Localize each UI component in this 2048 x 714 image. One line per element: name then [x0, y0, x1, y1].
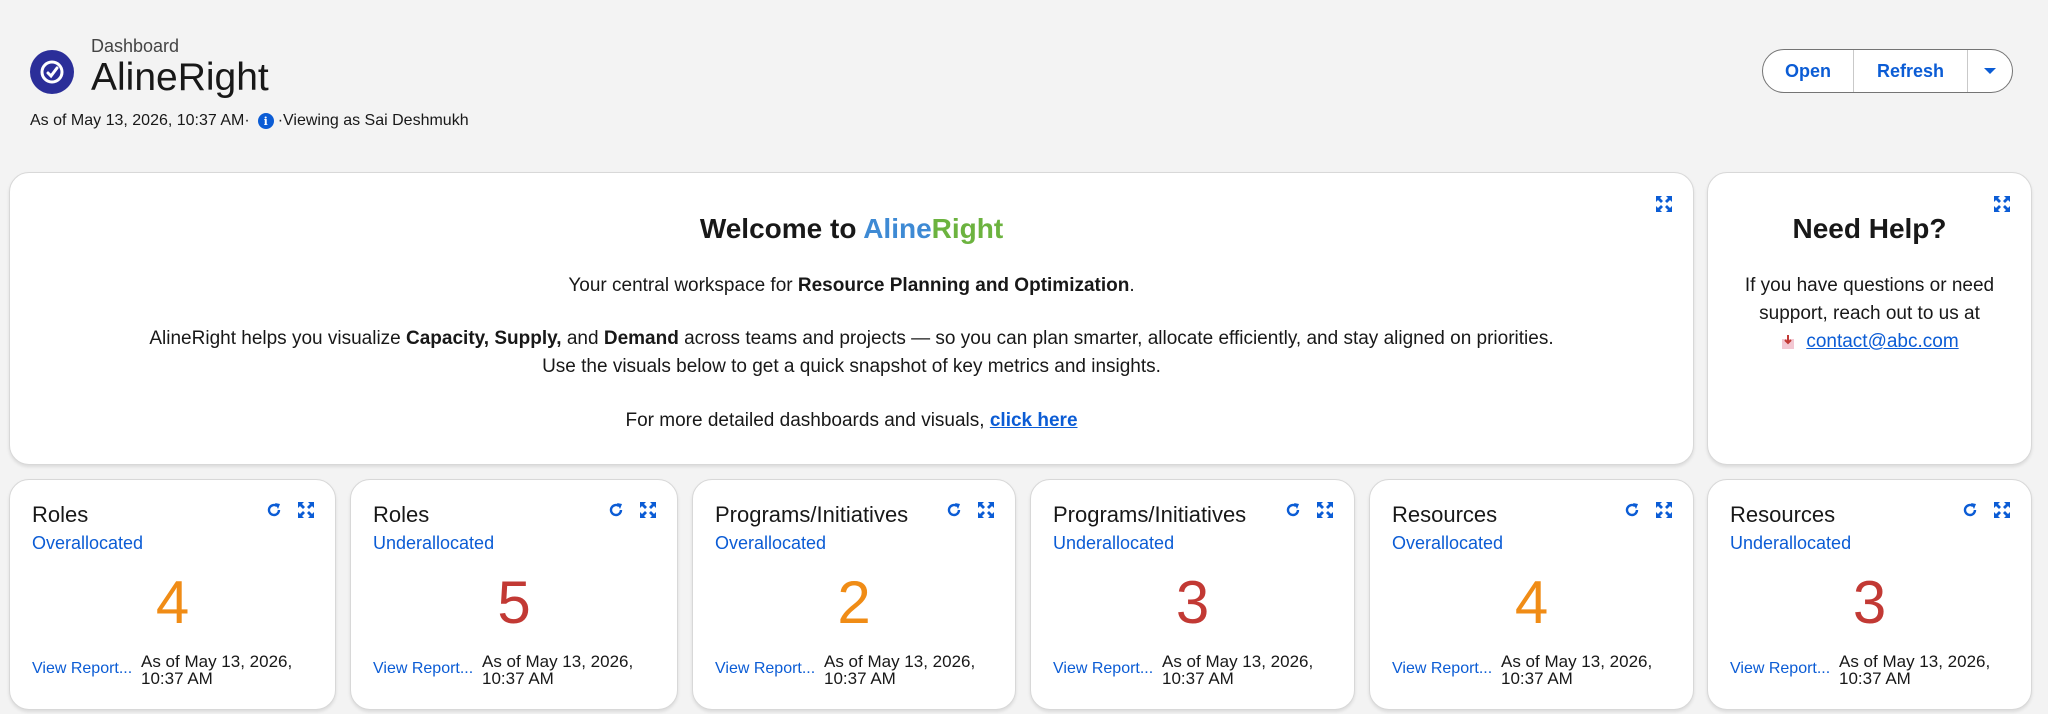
metric-title: Resources	[1392, 502, 1498, 527]
view-report-link[interactable]: View Report...	[1053, 660, 1153, 678]
metric-value: 4	[155, 569, 190, 636]
expand-icon[interactable]	[297, 501, 315, 519]
metric-value: 5	[497, 569, 531, 636]
viewing-as-text: ·Viewing as Sai Deshmukh	[277, 112, 469, 129]
metric-title: Roles	[32, 502, 89, 527]
refresh-icon[interactable]	[265, 501, 283, 519]
brand-name-part1: Aline	[863, 213, 932, 244]
welcome-line-2: AlineRight helps you visualize Capacity,…	[149, 328, 1554, 349]
metric-subtitle: Overallocated	[32, 533, 144, 553]
metric-timestamp: As of May 13, 2026, 10:37 AM	[824, 652, 976, 688]
email-link[interactable]: contact@abc.com	[1806, 328, 1958, 356]
metric-title: Programs/Initiatives	[1053, 502, 1247, 527]
help-card: Need Help? If you have questions or need…	[1707, 172, 2032, 465]
metric-value: 3	[1175, 569, 1210, 636]
metric-timestamp: As of May 13, 2026, 10:37 AM	[1839, 652, 1991, 688]
metric-timestamp: As of May 13, 2026, 10:37 AM	[1501, 652, 1653, 688]
refresh-button[interactable]: Refresh	[1854, 50, 1968, 92]
metric-card: Programs/Initiatives Overallocated 2 View R…	[692, 479, 1016, 710]
expand-icon[interactable]	[1316, 501, 1334, 519]
refresh-icon[interactable]	[607, 501, 625, 519]
metric-value: 4	[1514, 569, 1549, 636]
metric-subtitle: Underallocated	[1730, 533, 1852, 553]
welcome-title-prefix: Welcome to	[699, 213, 864, 244]
view-report-link[interactable]: View Report...	[1730, 660, 1830, 678]
metric-title: Roles	[373, 502, 430, 527]
metric-subtitle: Underallocated	[373, 533, 495, 553]
metric-timestamp: As of May 13, 2026, 10:37 AM	[482, 652, 634, 688]
expand-icon[interactable]	[639, 501, 657, 519]
expand-icon[interactable]	[1655, 195, 1673, 213]
metric-card: Resources Overallocated 4 View Report... As …	[1369, 479, 1694, 710]
refresh-icon[interactable]	[1623, 501, 1641, 519]
view-report-link[interactable]: View Report...	[715, 660, 815, 678]
metric-subtitle: Underallocated	[1053, 533, 1175, 553]
as-of-timestamp: As of May 13, 2026, 10:37 AM·	[30, 112, 250, 129]
metric-card: Programs/Initiatives Underallocated 3 View …	[1030, 479, 1355, 710]
view-report-link[interactable]: View Report...	[1392, 660, 1492, 678]
metric-card: Roles Overallocated 4 View Report... As of M…	[9, 479, 336, 710]
help-body: If you have questions or need support, r…	[1728, 272, 2011, 359]
page-meta: As of May 13, 2026, 10:37 AM· i ·Viewing…	[30, 112, 469, 130]
expand-icon[interactable]	[1655, 501, 1673, 519]
help-line-1: If you have questions or need	[1744, 275, 1995, 296]
email-row: contact@abc.com	[1780, 328, 1959, 356]
welcome-line-1: Your central workspace for Resource Plan…	[568, 275, 1135, 296]
expand-icon[interactable]	[977, 501, 995, 519]
welcome-title: Welcome to AlineRight	[10, 213, 1693, 245]
email-icon	[1782, 335, 1795, 349]
page-title: AlineRight	[91, 56, 269, 99]
welcome-line-4: For more detailed dashboards and visuals…	[625, 410, 1078, 431]
refresh-icon[interactable]	[1284, 501, 1302, 519]
info-icon[interactable]: i	[257, 113, 274, 129]
help-title: Need Help?	[1792, 213, 1947, 244]
welcome-card: Welcome to AlineRight Your central works…	[9, 172, 1694, 465]
refresh-icon[interactable]	[945, 501, 963, 519]
more-actions-button[interactable]	[1968, 50, 2012, 92]
header-button-group: Open Refresh	[1762, 49, 2013, 93]
click-here-link[interactable]: click here	[990, 410, 1078, 431]
metric-title: Programs/Initiatives	[715, 502, 909, 527]
view-report-link[interactable]: View Report...	[32, 660, 132, 678]
chevron-down-icon	[1984, 68, 1996, 74]
metric-value: 3	[1852, 569, 1887, 636]
brand-name-part2: Right	[931, 213, 1004, 244]
open-button[interactable]: Open	[1763, 50, 1854, 92]
metric-card: Resources Underallocated 3 View Report... As…	[1707, 479, 2032, 710]
metric-title: Resources	[1730, 502, 1836, 527]
metric-card: Roles Underallocated 5 View Report... As of …	[350, 479, 678, 710]
view-report-link[interactable]: View Report...	[373, 660, 473, 678]
metric-subtitle: Overallocated	[1392, 533, 1504, 553]
help-line-2: support, reach out to us at	[1759, 303, 1980, 324]
breadcrumb: Dashboard	[91, 36, 180, 56]
dashboard-gauge-icon	[30, 50, 74, 94]
refresh-icon[interactable]	[1961, 501, 1979, 519]
metric-subtitle: Overallocated	[715, 533, 827, 553]
metric-timestamp: As of May 13, 2026, 10:37 AM	[141, 652, 293, 688]
metric-timestamp: As of May 13, 2026, 10:37 AM	[1162, 652, 1314, 688]
welcome-line-3: Use the visuals below to get a quick sna…	[542, 356, 1161, 377]
expand-icon[interactable]	[1993, 501, 2011, 519]
expand-icon[interactable]	[1993, 195, 2011, 213]
metric-value: 2	[837, 569, 871, 636]
